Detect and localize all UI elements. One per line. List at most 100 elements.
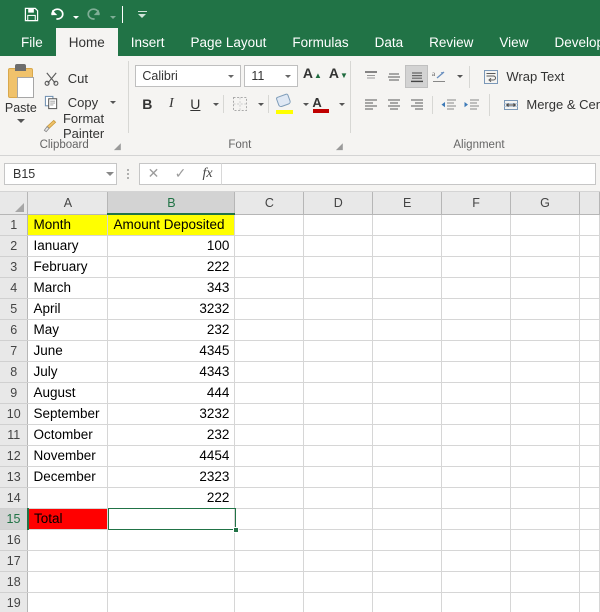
cell-B1[interactable]: Amount Deposited xyxy=(107,214,236,236)
row-header-10[interactable]: 10 xyxy=(0,403,29,425)
cell-D18[interactable] xyxy=(303,571,374,593)
cell-C1[interactable] xyxy=(234,214,305,236)
row-header-1[interactable]: 1 xyxy=(0,214,29,236)
name-box[interactable]: B15 xyxy=(4,162,117,185)
underline-button[interactable]: U xyxy=(183,92,207,116)
borders-button[interactable] xyxy=(228,92,252,116)
increase-font-size-button[interactable]: A ▲ xyxy=(300,65,324,87)
decrease-font-size-button[interactable]: A ▼ xyxy=(326,65,350,87)
cell-E12[interactable] xyxy=(372,445,443,467)
cell-G10[interactable] xyxy=(510,403,580,425)
cell-F2[interactable] xyxy=(441,235,512,257)
cell-D11[interactable] xyxy=(303,424,374,446)
cell-E1[interactable] xyxy=(372,214,443,236)
bold-button[interactable]: B xyxy=(135,92,159,116)
cell-B17[interactable] xyxy=(107,550,236,572)
decrease-indent-button[interactable] xyxy=(437,93,460,116)
font-name-input[interactable]: Calibri xyxy=(135,65,242,87)
cell-D15[interactable] xyxy=(303,508,374,530)
cell-F6[interactable] xyxy=(441,319,512,341)
cell-B9[interactable]: 444 xyxy=(107,382,236,404)
cell-B8[interactable]: 4343 xyxy=(107,361,236,383)
cell-G2[interactable] xyxy=(510,235,580,257)
font-size-dropdown-icon[interactable] xyxy=(281,74,295,78)
cell-A12[interactable]: November xyxy=(27,445,109,467)
font-color-button[interactable]: A xyxy=(309,92,333,116)
cell-G7[interactable] xyxy=(510,340,580,362)
row-header-15[interactable]: 15 xyxy=(0,508,29,530)
font-color-dropdown-icon[interactable] xyxy=(339,102,346,106)
cell-B18[interactable] xyxy=(107,571,236,593)
cell-H17[interactable] xyxy=(579,550,600,572)
row-header-3[interactable]: 3 xyxy=(0,256,29,278)
cell-H13[interactable] xyxy=(579,466,600,488)
row-header-4[interactable]: 4 xyxy=(0,277,29,299)
top-align-button[interactable] xyxy=(359,65,382,88)
cell-C8[interactable] xyxy=(234,361,305,383)
cell-E7[interactable] xyxy=(372,340,443,362)
cell-G8[interactable] xyxy=(510,361,580,383)
cell-H11[interactable] xyxy=(579,424,600,446)
cell-B16[interactable] xyxy=(107,529,236,551)
cell-C10[interactable] xyxy=(234,403,305,425)
cell-G6[interactable] xyxy=(510,319,580,341)
cell-B5[interactable]: 3232 xyxy=(107,298,236,320)
paste-dropdown-icon[interactable] xyxy=(16,119,25,123)
cell-D14[interactable] xyxy=(303,487,374,509)
font-name-dropdown-icon[interactable] xyxy=(224,74,238,78)
align-right-button[interactable] xyxy=(405,93,428,116)
cell-E5[interactable] xyxy=(372,298,443,320)
cell-D5[interactable] xyxy=(303,298,374,320)
cell-D1[interactable] xyxy=(303,214,374,236)
cell-B14[interactable]: 222 xyxy=(107,487,236,509)
row-header-7[interactable]: 7 xyxy=(0,340,29,362)
cell-E17[interactable] xyxy=(372,550,443,572)
cell-H18[interactable] xyxy=(579,571,600,593)
undo-dropdown-icon[interactable] xyxy=(70,2,81,26)
cell-C4[interactable] xyxy=(234,277,305,299)
column-header-a[interactable]: A xyxy=(27,192,109,215)
cell-E13[interactable] xyxy=(372,466,443,488)
enter-formula-icon[interactable]: ✓ xyxy=(167,164,194,184)
cell-H8[interactable] xyxy=(579,361,600,383)
row-header-14[interactable]: 14 xyxy=(0,487,29,509)
cell-H1[interactable] xyxy=(579,214,600,236)
font-dialog-launcher-icon[interactable]: ◢ xyxy=(334,142,344,152)
cell-G19[interactable] xyxy=(510,592,580,612)
borders-dropdown-icon[interactable] xyxy=(258,102,265,106)
cell-D19[interactable] xyxy=(303,592,374,612)
select-all-corner[interactable] xyxy=(0,192,29,215)
cell-A7[interactable]: June xyxy=(27,340,109,362)
cell-A10[interactable]: September xyxy=(27,403,109,425)
cell-C13[interactable] xyxy=(234,466,305,488)
cell-B3[interactable]: 222 xyxy=(107,256,236,278)
cell-A6[interactable]: May xyxy=(27,319,109,341)
cell-B10[interactable]: 3232 xyxy=(107,403,236,425)
column-header-f[interactable]: F xyxy=(441,192,512,215)
cell-E15[interactable] xyxy=(372,508,443,530)
align-left-button[interactable] xyxy=(359,93,382,116)
cell-C17[interactable] xyxy=(234,550,305,572)
cell-D8[interactable] xyxy=(303,361,374,383)
cell-E9[interactable] xyxy=(372,382,443,404)
cell-E4[interactable] xyxy=(372,277,443,299)
underline-dropdown-icon[interactable] xyxy=(213,102,220,106)
row-header-9[interactable]: 9 xyxy=(0,382,29,404)
cell-D6[interactable] xyxy=(303,319,374,341)
middle-align-button[interactable] xyxy=(382,65,405,88)
wrap-text-button[interactable]: Wrap Text xyxy=(481,68,564,86)
cell-G3[interactable] xyxy=(510,256,580,278)
cell-G18[interactable] xyxy=(510,571,580,593)
row-header-19[interactable]: 19 xyxy=(0,592,29,612)
bottom-align-button[interactable] xyxy=(405,65,429,88)
orientation-button[interactable]: a xyxy=(428,65,451,88)
cell-D12[interactable] xyxy=(303,445,374,467)
cell-G11[interactable] xyxy=(510,424,580,446)
cell-C2[interactable] xyxy=(234,235,305,257)
cell-A13[interactable]: December xyxy=(27,466,109,488)
cell-D4[interactable] xyxy=(303,277,374,299)
cell-C14[interactable] xyxy=(234,487,305,509)
undo-icon[interactable] xyxy=(44,2,70,26)
save-icon[interactable] xyxy=(18,2,44,26)
cell-A9[interactable]: August xyxy=(27,382,109,404)
